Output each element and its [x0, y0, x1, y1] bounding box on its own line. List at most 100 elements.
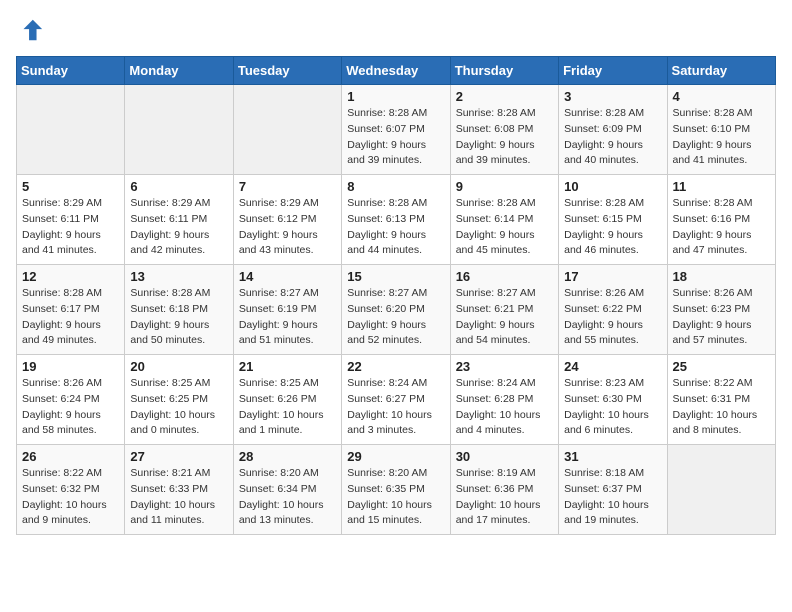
calendar-header: SundayMondayTuesdayWednesdayThursdayFrid… [17, 57, 776, 85]
calendar-cell: 24Sunrise: 8:23 AM Sunset: 6:30 PM Dayli… [559, 355, 667, 445]
day-number: 4 [673, 89, 770, 104]
calendar-cell: 31 Sunrise: 8:18 AM Sunset: 6:37 PM Dayli… [559, 445, 667, 535]
calendar-body: 1 Sunrise: 8:28 AM Sunset: 6:07 PM Daylig… [17, 85, 776, 535]
calendar-cell [125, 85, 233, 175]
calendar-cell: 14Sunrise: 8:27 AM Sunset: 6:19 PM Dayli… [233, 265, 341, 355]
header-saturday: Saturday [667, 57, 775, 85]
day-info: Sunrise: 8:22 AM Sunset: 6:32 PM Dayligh… [22, 466, 119, 529]
calendar-cell: 29Sunrise: 8:20 AM Sunset: 6:35 PM Dayli… [342, 445, 450, 535]
day-info: Sunrise: 8:28 AM Sunset: 6:08 PM Dayligh… [456, 106, 553, 169]
calendar-cell: 21 Sunrise: 8:25 AM Sunset: 6:26 PM Dayli… [233, 355, 341, 445]
day-info: Sunrise: 8:25 AM Sunset: 6:26 PM Dayligh… [239, 376, 336, 439]
calendar-cell: 16Sunrise: 8:27 AM Sunset: 6:21 PM Dayli… [450, 265, 558, 355]
calendar-cell: 3Sunrise: 8:28 AM Sunset: 6:09 PM Daylig… [559, 85, 667, 175]
day-info: Sunrise: 8:29 AM Sunset: 6:12 PM Dayligh… [239, 196, 336, 259]
calendar-cell: 27 Sunrise: 8:21 AM Sunset: 6:33 PM Dayli… [125, 445, 233, 535]
day-number: 22 [347, 359, 444, 374]
day-info: Sunrise: 8:29 AM Sunset: 6:11 PM Dayligh… [22, 196, 119, 259]
day-number: 30 [456, 449, 553, 464]
day-number: 18 [673, 269, 770, 284]
day-number: 24 [564, 359, 661, 374]
calendar-cell: 10 Sunrise: 8:28 AM Sunset: 6:15 PM Dayli… [559, 175, 667, 265]
day-number: 19 [22, 359, 119, 374]
day-info: Sunrise: 8:29 AM Sunset: 6:11 PM Dayligh… [130, 196, 227, 259]
day-number: 1 [347, 89, 444, 104]
calendar-cell: 4 Sunrise: 8:28 AM Sunset: 6:10 PM Daylig… [667, 85, 775, 175]
day-number: 8 [347, 179, 444, 194]
day-info: Sunrise: 8:25 AM Sunset: 6:25 PM Dayligh… [130, 376, 227, 439]
day-number: 5 [22, 179, 119, 194]
day-info: Sunrise: 8:27 AM Sunset: 6:21 PM Dayligh… [456, 286, 553, 349]
calendar-cell: 6 Sunrise: 8:29 AM Sunset: 6:11 PM Daylig… [125, 175, 233, 265]
day-info: Sunrise: 8:28 AM Sunset: 6:17 PM Dayligh… [22, 286, 119, 349]
logo [16, 16, 46, 44]
calendar-table: SundayMondayTuesdayWednesdayThursdayFrid… [16, 56, 776, 535]
day-number: 31 [564, 449, 661, 464]
calendar-cell: 8 Sunrise: 8:28 AM Sunset: 6:13 PM Daylig… [342, 175, 450, 265]
calendar-cell [233, 85, 341, 175]
calendar-cell: 2 Sunrise: 8:28 AM Sunset: 6:08 PM Daylig… [450, 85, 558, 175]
day-number: 2 [456, 89, 553, 104]
calendar-cell: 19 Sunrise: 8:26 AM Sunset: 6:24 PM Dayli… [17, 355, 125, 445]
calendar-cell: 30 Sunrise: 8:19 AM Sunset: 6:36 PM Dayli… [450, 445, 558, 535]
day-info: Sunrise: 8:28 AM Sunset: 6:09 PM Dayligh… [564, 106, 661, 169]
header-thursday: Thursday [450, 57, 558, 85]
calendar-cell: 13Sunrise: 8:28 AM Sunset: 6:18 PM Dayli… [125, 265, 233, 355]
day-info: Sunrise: 8:27 AM Sunset: 6:20 PM Dayligh… [347, 286, 444, 349]
day-info: Sunrise: 8:24 AM Sunset: 6:27 PM Dayligh… [347, 376, 444, 439]
day-info: Sunrise: 8:20 AM Sunset: 6:35 PM Dayligh… [347, 466, 444, 529]
day-info: Sunrise: 8:28 AM Sunset: 6:10 PM Dayligh… [673, 106, 770, 169]
calendar-cell: 28 Sunrise: 8:20 AM Sunset: 6:34 PM Dayli… [233, 445, 341, 535]
day-info: Sunrise: 8:26 AM Sunset: 6:22 PM Dayligh… [564, 286, 661, 349]
day-info: Sunrise: 8:28 AM Sunset: 6:16 PM Dayligh… [673, 196, 770, 259]
calendar-cell [17, 85, 125, 175]
day-info: Sunrise: 8:18 AM Sunset: 6:37 PM Dayligh… [564, 466, 661, 529]
calendar-cell: 9 Sunrise: 8:28 AM Sunset: 6:14 PM Daylig… [450, 175, 558, 265]
calendar-cell: 22 Sunrise: 8:24 AM Sunset: 6:27 PM Dayli… [342, 355, 450, 445]
page-header [16, 16, 776, 44]
day-info: Sunrise: 8:28 AM Sunset: 6:15 PM Dayligh… [564, 196, 661, 259]
day-info: Sunrise: 8:26 AM Sunset: 6:24 PM Dayligh… [22, 376, 119, 439]
day-number: 21 [239, 359, 336, 374]
calendar-cell [667, 445, 775, 535]
day-number: 10 [564, 179, 661, 194]
header-sunday: Sunday [17, 57, 125, 85]
day-info: Sunrise: 8:28 AM Sunset: 6:13 PM Dayligh… [347, 196, 444, 259]
day-info: Sunrise: 8:27 AM Sunset: 6:19 PM Dayligh… [239, 286, 336, 349]
week-row-2: 5 Sunrise: 8:29 AM Sunset: 6:11 PM Daylig… [17, 175, 776, 265]
day-number: 6 [130, 179, 227, 194]
day-number: 12 [22, 269, 119, 284]
calendar-cell: 26 Sunrise: 8:22 AM Sunset: 6:32 PM Dayli… [17, 445, 125, 535]
day-number: 25 [673, 359, 770, 374]
day-number: 17 [564, 269, 661, 284]
calendar-cell: 1 Sunrise: 8:28 AM Sunset: 6:07 PM Daylig… [342, 85, 450, 175]
day-number: 26 [22, 449, 119, 464]
day-info: Sunrise: 8:28 AM Sunset: 6:14 PM Dayligh… [456, 196, 553, 259]
header-tuesday: Tuesday [233, 57, 341, 85]
header-monday: Monday [125, 57, 233, 85]
calendar-cell: 11Sunrise: 8:28 AM Sunset: 6:16 PM Dayli… [667, 175, 775, 265]
day-info: Sunrise: 8:24 AM Sunset: 6:28 PM Dayligh… [456, 376, 553, 439]
header-friday: Friday [559, 57, 667, 85]
day-info: Sunrise: 8:28 AM Sunset: 6:18 PM Dayligh… [130, 286, 227, 349]
day-number: 20 [130, 359, 227, 374]
day-info: Sunrise: 8:19 AM Sunset: 6:36 PM Dayligh… [456, 466, 553, 529]
day-number: 9 [456, 179, 553, 194]
day-info: Sunrise: 8:28 AM Sunset: 6:07 PM Dayligh… [347, 106, 444, 169]
day-info: Sunrise: 8:22 AM Sunset: 6:31 PM Dayligh… [673, 376, 770, 439]
week-row-1: 1 Sunrise: 8:28 AM Sunset: 6:07 PM Daylig… [17, 85, 776, 175]
day-info: Sunrise: 8:26 AM Sunset: 6:23 PM Dayligh… [673, 286, 770, 349]
calendar-cell: 18 Sunrise: 8:26 AM Sunset: 6:23 PM Dayli… [667, 265, 775, 355]
day-number: 15 [347, 269, 444, 284]
calendar-cell: 7 Sunrise: 8:29 AM Sunset: 6:12 PM Daylig… [233, 175, 341, 265]
day-number: 27 [130, 449, 227, 464]
day-info: Sunrise: 8:20 AM Sunset: 6:34 PM Dayligh… [239, 466, 336, 529]
day-info: Sunrise: 8:21 AM Sunset: 6:33 PM Dayligh… [130, 466, 227, 529]
day-number: 28 [239, 449, 336, 464]
day-number: 7 [239, 179, 336, 194]
calendar-cell: 20 Sunrise: 8:25 AM Sunset: 6:25 PM Dayli… [125, 355, 233, 445]
header-wednesday: Wednesday [342, 57, 450, 85]
calendar-cell: 25 Sunrise: 8:22 AM Sunset: 6:31 PM Dayli… [667, 355, 775, 445]
header-row: SundayMondayTuesdayWednesdayThursdayFrid… [17, 57, 776, 85]
calendar-cell: 17 Sunrise: 8:26 AM Sunset: 6:22 PM Dayli… [559, 265, 667, 355]
